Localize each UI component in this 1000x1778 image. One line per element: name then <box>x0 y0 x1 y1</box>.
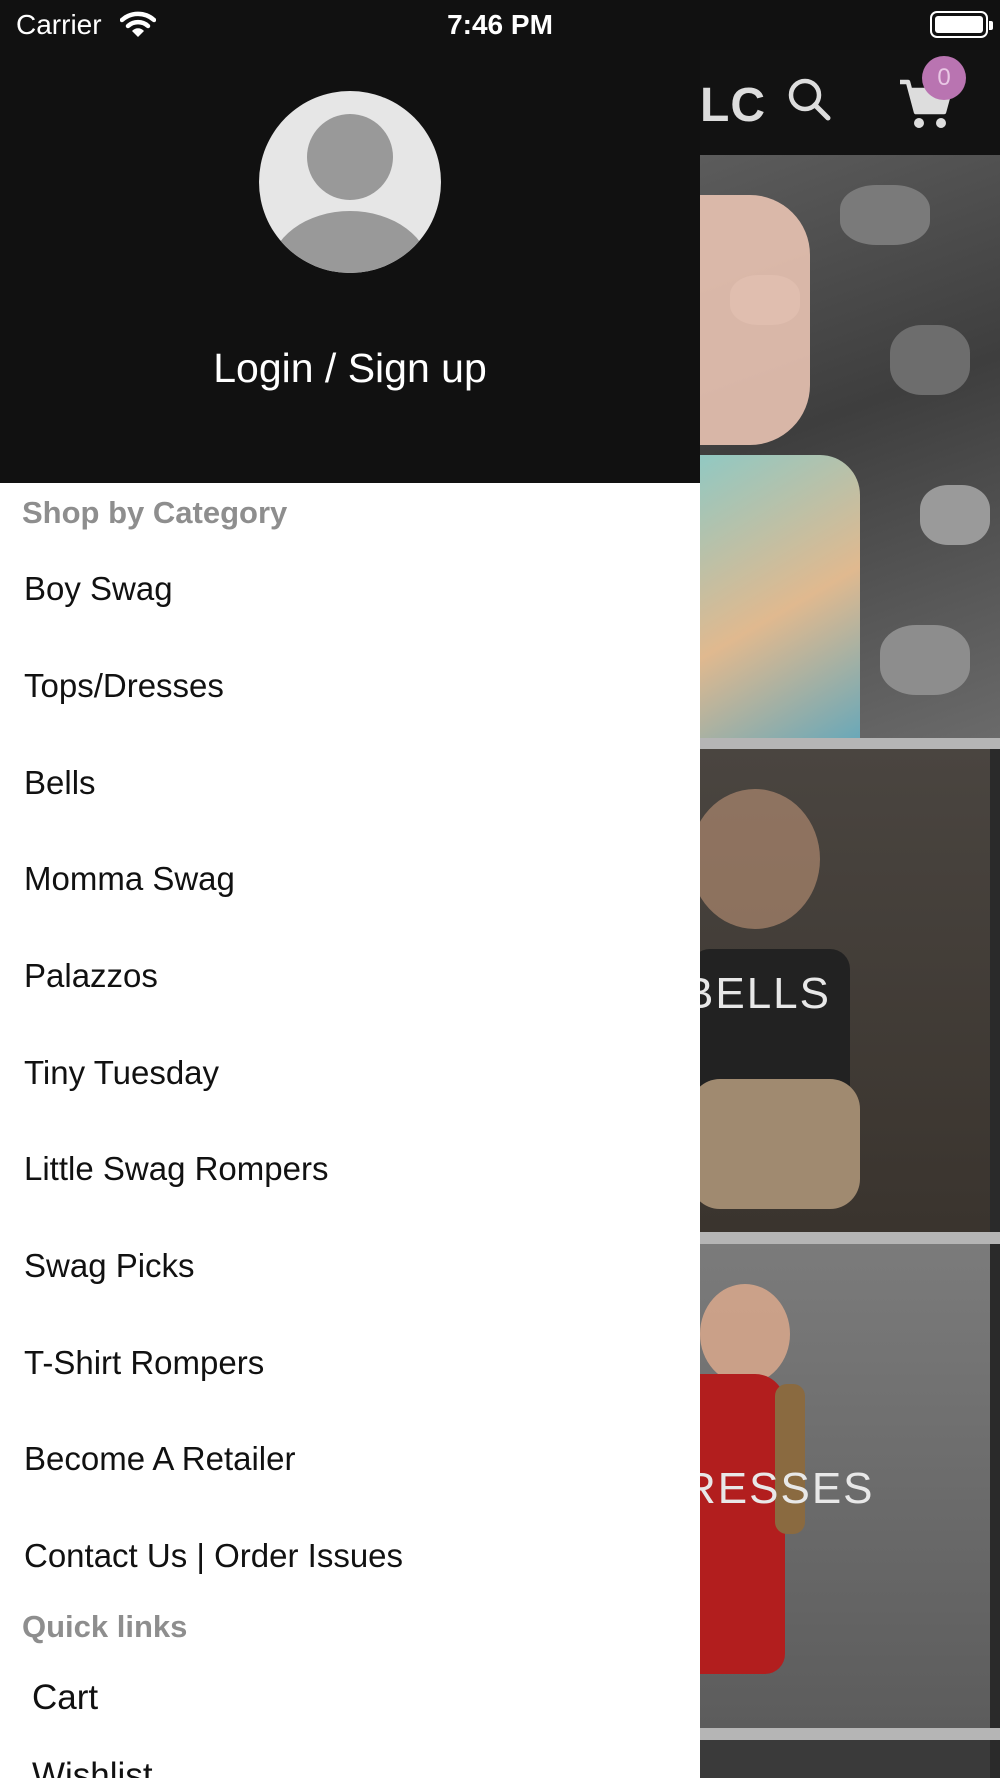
avatar-icon[interactable] <box>259 91 441 273</box>
tile-label-bells: BELLS <box>690 969 831 1018</box>
category-item-palazzos[interactable]: Palazzos <box>24 957 158 995</box>
category-item-boy-swag[interactable]: Boy Swag <box>24 570 173 608</box>
quick-links-title: Quick links <box>22 1609 188 1644</box>
shop-by-category-title: Shop by Category <box>22 495 288 530</box>
category-item-tops-dresses[interactable]: Tops/Dresses <box>24 667 224 705</box>
category-tile[interactable] <box>690 1740 990 1778</box>
category-item-contact-us[interactable]: Contact Us | Order Issues <box>24 1537 403 1575</box>
tile-divider <box>690 738 1000 749</box>
tile-divider <box>690 1728 1000 1740</box>
battery-icon <box>930 11 993 38</box>
tile-divider <box>690 1232 1000 1244</box>
category-tile-dresses[interactable]: RESSES <box>690 1244 990 1728</box>
quick-link-wishlist[interactable]: Wishlist <box>32 1756 153 1778</box>
search-icon[interactable] <box>786 76 832 127</box>
category-item-momma-swag[interactable]: Momma Swag <box>24 860 235 898</box>
cart-count-badge: 0 <box>922 56 966 100</box>
category-item-little-swag-rompers[interactable]: Little Swag Rompers <box>24 1150 328 1188</box>
login-signup-link[interactable]: Login / Sign up <box>0 345 700 392</box>
side-drawer: Login / Sign up Shop by Category Boy Swa… <box>0 0 700 1778</box>
category-item-t-shirt-rompers[interactable]: T-Shirt Rompers <box>24 1344 264 1382</box>
banner-image-tile[interactable] <box>690 155 1000 738</box>
status-time: 7:46 PM <box>447 9 553 40</box>
category-item-tiny-tuesday[interactable]: Tiny Tuesday <box>24 1054 219 1092</box>
category-tile-bells[interactable]: BELLS <box>690 749 990 1232</box>
screen: Carrier 7:46 PM LC 0 BELLS RESSES Login … <box>0 0 1000 1778</box>
category-item-bells[interactable]: Bells <box>24 764 96 802</box>
tile-label-dresses: RESSES <box>690 1464 875 1513</box>
quick-link-cart[interactable]: Cart <box>32 1678 98 1718</box>
status-bar: Carrier 7:46 PM <box>0 0 1000 50</box>
drawer-header: Login / Sign up <box>0 0 700 483</box>
category-item-swag-picks[interactable]: Swag Picks <box>24 1247 195 1285</box>
category-item-become-a-retailer[interactable]: Become A Retailer <box>24 1440 295 1478</box>
app-title: LC <box>700 79 766 132</box>
